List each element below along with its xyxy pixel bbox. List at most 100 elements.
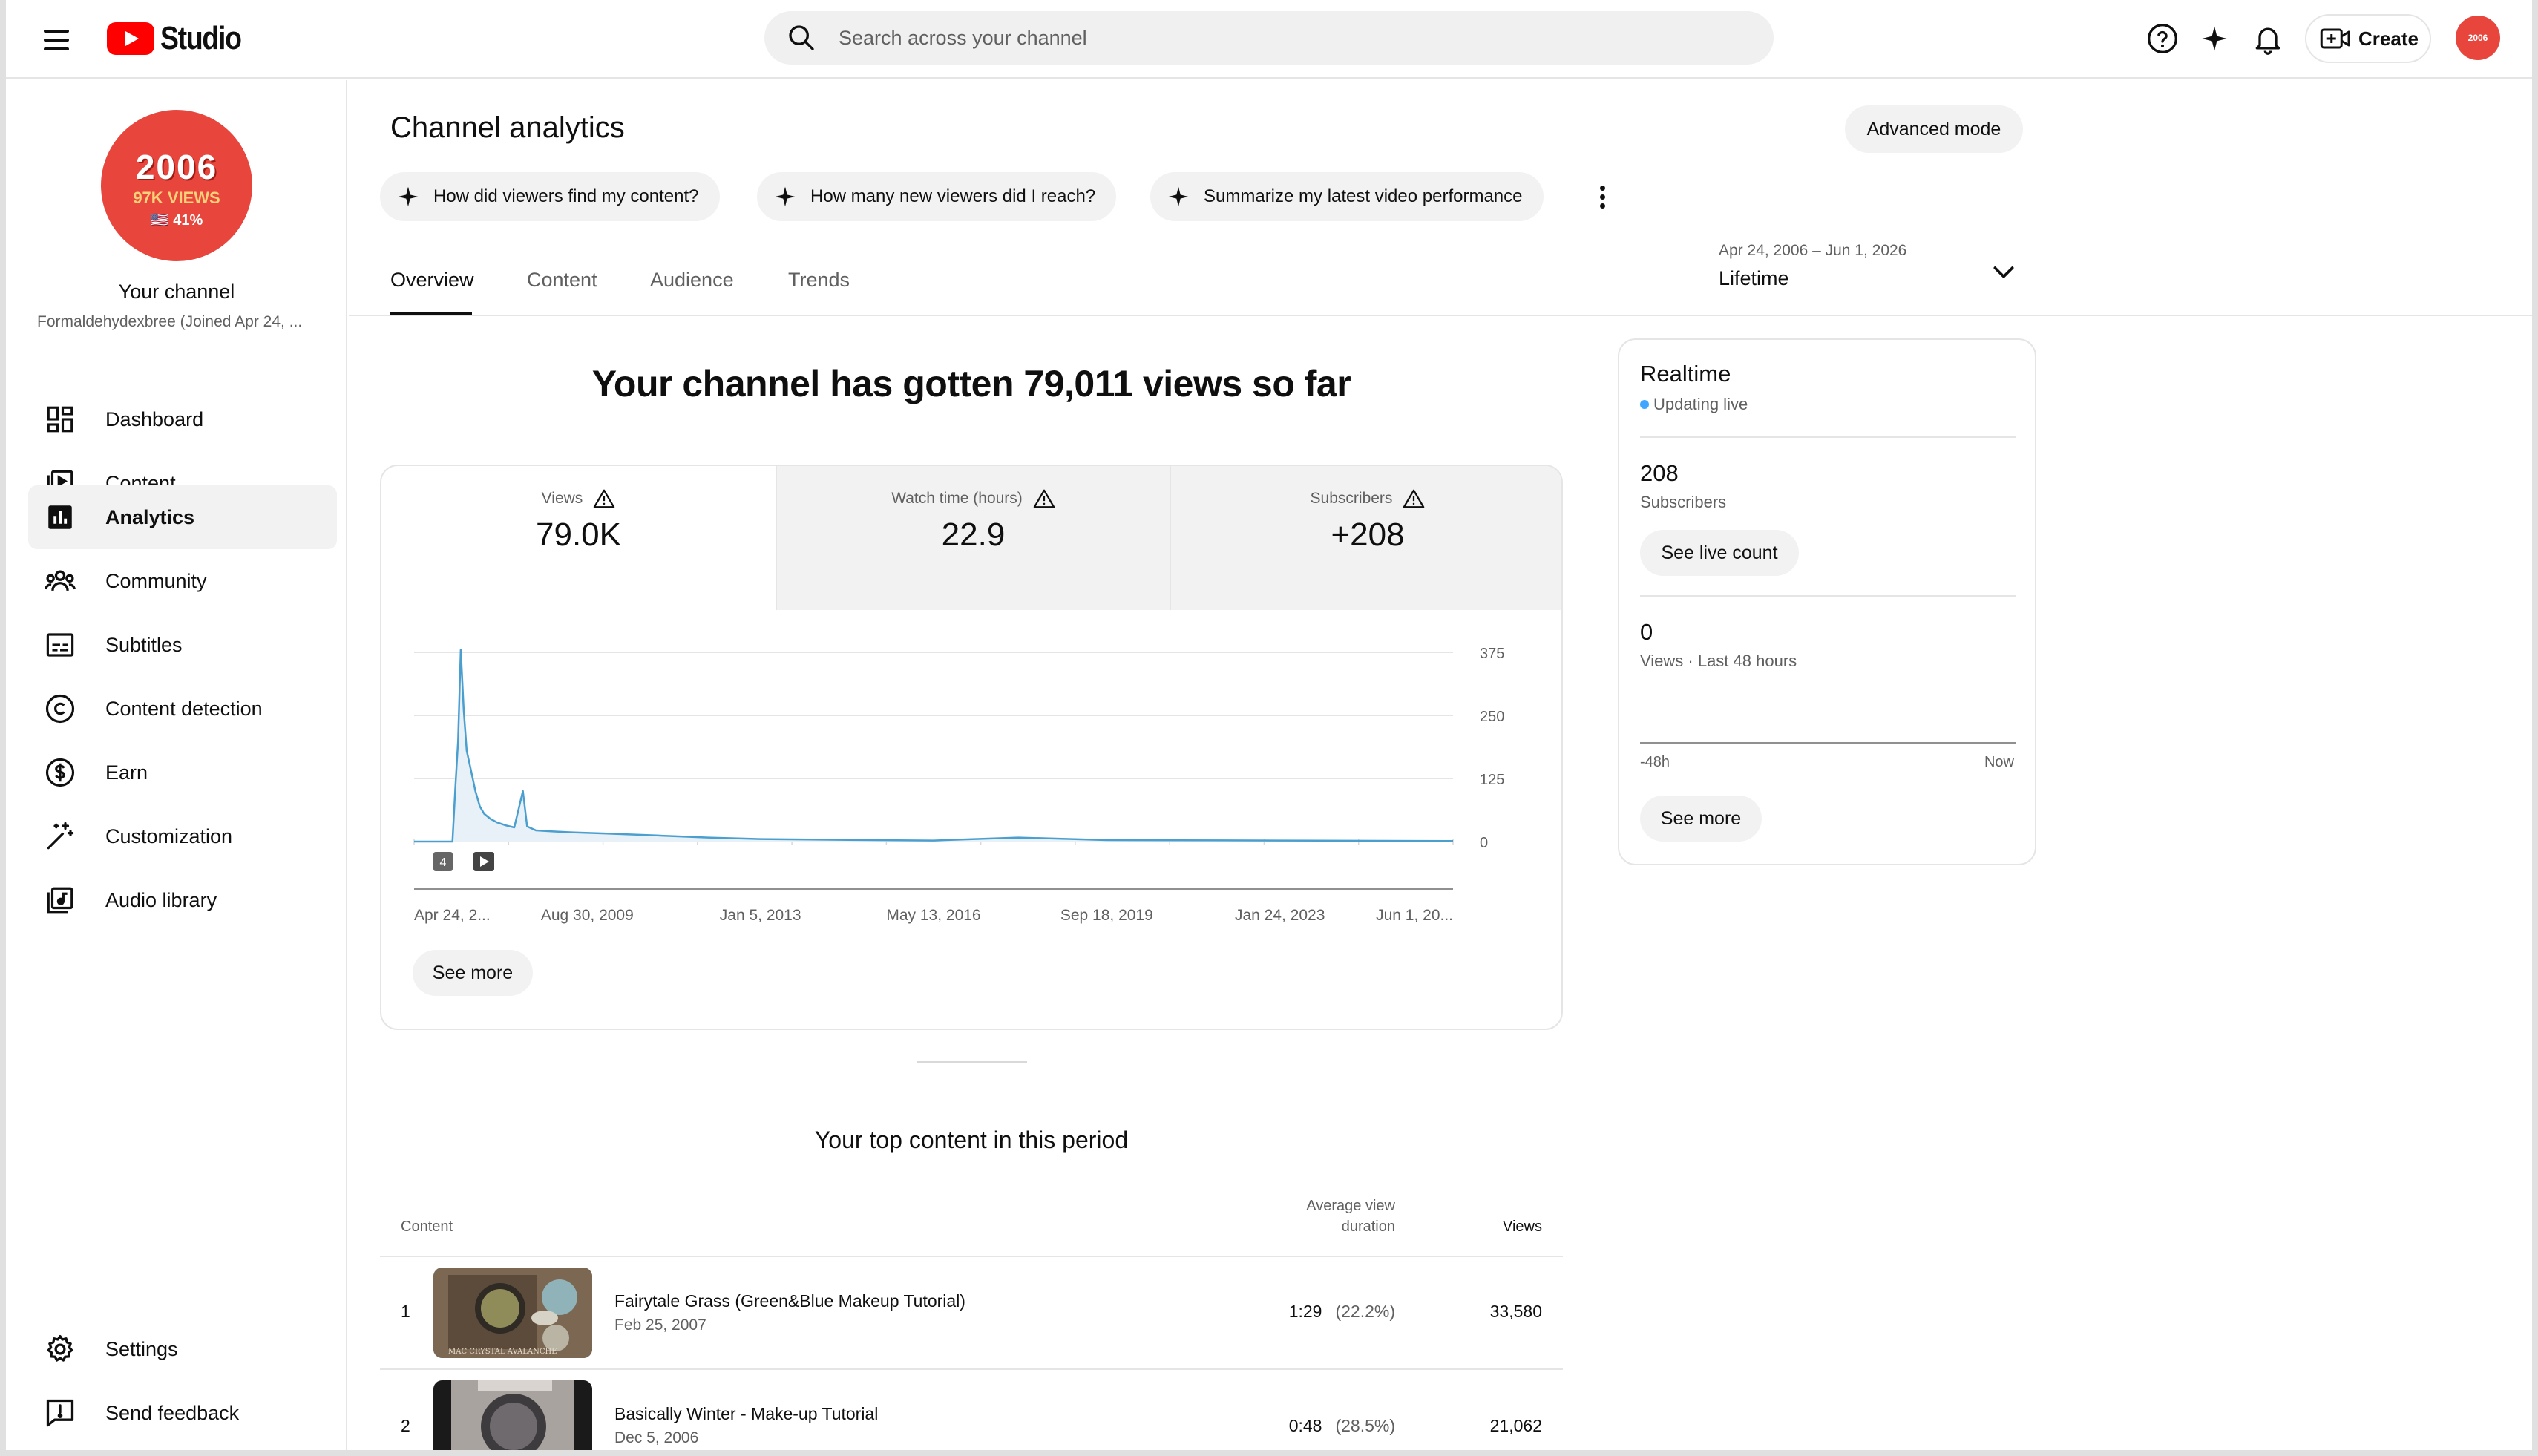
metric-watch-time[interactable]: Watch time (hours) 22.9	[776, 466, 1170, 610]
annotation-count: 4	[440, 856, 447, 869]
views-chart[interactable]: 0 125 250 375 4 Apr 24, 2... Aug 30, 2009 Jan 5…	[381, 610, 1563, 937]
video-views: 21,062	[1489, 1416, 1542, 1435]
sidebar-item-community[interactable]: Community	[28, 549, 337, 613]
ask-chip-new-viewers[interactable]: How many new viewers did I reach?	[757, 172, 1117, 221]
col-header-avd-1: Average view	[1306, 1198, 1395, 1214]
advanced-mode-button[interactable]: Advanced mode	[1845, 105, 2023, 153]
gear-icon	[42, 1331, 79, 1368]
channel-avatar[interactable]: 2006 97K VIEWS 🇺🇸 41%	[101, 110, 252, 261]
views-headline: Your channel has gotten 79,011 views so …	[591, 363, 1351, 404]
realtime-card: Realtime Updating live 208 Subscribers S…	[1618, 338, 2036, 865]
menu-icon[interactable]	[39, 22, 74, 58]
account-avatar[interactable]: 2006	[2456, 16, 2500, 60]
subtitles-icon	[42, 626, 79, 663]
tab-content[interactable]: Content	[527, 269, 597, 292]
warning-icon[interactable]	[1033, 488, 1055, 509]
channel-avatar-year: 2006	[135, 148, 218, 186]
sparkle-icon[interactable]	[2194, 18, 2235, 59]
see-more-button[interactable]: See more	[413, 950, 533, 996]
video-title[interactable]: Fairytale Grass (Green&Blue Makeup Tutor…	[614, 1291, 965, 1311]
warning-icon[interactable]	[1403, 488, 1425, 509]
ask-chip-summarize[interactable]: Summarize my latest video performance	[1150, 172, 1544, 221]
tab-audience[interactable]: Audience	[650, 269, 734, 292]
warning-icon[interactable]	[593, 488, 615, 509]
more-options-icon[interactable]	[1591, 180, 1613, 214]
sidebar-item-content-detection[interactable]: Content detection	[28, 677, 337, 741]
studio-logo-text: Studio	[160, 20, 242, 56]
tab-overview[interactable]: Overview	[390, 269, 474, 292]
date-range-text[interactable]: Apr 24, 2006 – Jun 1, 2026	[1719, 242, 1906, 260]
help-icon[interactable]	[2142, 18, 2183, 59]
sidebar-item-label: Audio library	[105, 888, 217, 911]
dashboard-icon	[42, 401, 79, 438]
search-bar[interactable]	[764, 11, 1774, 65]
chip-label: How did viewers find my content?	[433, 186, 699, 206]
top-content-title: Your top content in this period	[814, 1127, 1129, 1153]
notifications-bell-icon[interactable]	[2247, 18, 2289, 59]
y-tick-label: 125	[1480, 772, 1504, 788]
views-area	[414, 649, 1453, 842]
video-thumbnail[interactable]: MAC CRYSTAL AVALANCHE	[433, 1268, 592, 1358]
sidebar-item-dashboard[interactable]: Dashboard	[28, 387, 337, 451]
thumbnail-caption: MAC CRYSTAL AVALANCHE	[448, 1348, 557, 1356]
channel-avatar-pct: 🇺🇸 41%	[150, 212, 203, 229]
search-input[interactable]	[839, 26, 1655, 50]
video-thumbnail[interactable]	[433, 1380, 592, 1450]
row-rank: 2	[401, 1416, 410, 1435]
ask-chip-find-content[interactable]: How did viewers find my content?	[380, 172, 720, 221]
metric-value: +208	[1331, 517, 1405, 553]
metric-label: Views	[541, 490, 583, 507]
y-tick-label: 375	[1480, 646, 1504, 662]
sidebar-item-subtitles[interactable]: Subtitles	[28, 613, 337, 677]
video-title[interactable]: Basically Winter - Make-up Tutorial	[614, 1404, 878, 1424]
page-title: Channel analytics	[390, 111, 625, 144]
audio-library-icon	[42, 882, 79, 919]
x-tick-label: Apr 24, 2...	[414, 907, 491, 924]
realtime-see-more-button[interactable]: See more	[1640, 796, 1762, 842]
channel-handle: Formaldehydexbree (Joined Apr 24, ...	[37, 313, 303, 330]
metric-label: Watch time (hours)	[891, 490, 1023, 507]
x-tick-label: Aug 30, 2009	[541, 907, 634, 924]
sidebar-item-customization[interactable]: Customization	[28, 804, 337, 868]
sidebar-item-send-feedback[interactable]: Send feedback	[28, 1381, 337, 1445]
realtime-subscribers-label: Subscribers	[1640, 493, 1727, 511]
youtube-logo-icon	[107, 22, 154, 55]
thumbnail-image	[433, 1380, 592, 1450]
metric-value: 22.9	[941, 517, 1006, 553]
col-header-avd-2: duration	[1341, 1219, 1395, 1235]
video-date: Dec 5, 2006	[614, 1429, 699, 1446]
chevron-down-icon[interactable]	[1989, 257, 2019, 286]
dollar-icon	[42, 754, 79, 791]
table-divider	[380, 1368, 1563, 1370]
col-header-views[interactable]: Views	[1440, 1219, 1542, 1236]
section-divider	[917, 1061, 1027, 1063]
metric-value: 79.0K	[536, 517, 621, 553]
metric-subscribers[interactable]: Subscribers +208	[1170, 466, 1561, 610]
sidebar-item-analytics[interactable]: Analytics	[28, 485, 337, 549]
chip-label: Summarize my latest video performance	[1204, 186, 1523, 206]
see-live-count-button[interactable]: See live count	[1640, 530, 1799, 576]
y-tick-label: 0	[1480, 835, 1488, 851]
sidebar-item-label: Community	[105, 569, 207, 592]
sidebar-item-settings[interactable]: Settings	[28, 1317, 337, 1381]
sidebar-item-label: Content detection	[105, 697, 263, 720]
create-button-label: Create	[2358, 27, 2419, 50]
create-button[interactable]: Create	[2305, 14, 2431, 63]
sidebar-item-audio-library[interactable]: Audio library	[28, 868, 337, 932]
sidebar-item-label: Earn	[105, 761, 148, 784]
avd-value: 1:29	[1288, 1302, 1322, 1321]
x-tick-label: Jun 1, 20...	[1376, 907, 1453, 924]
overview-card: Views 79.0K Watch time (hours) 22.9 Subs…	[380, 465, 1563, 1030]
date-preset-text[interactable]: Lifetime	[1719, 267, 1789, 290]
metric-label: Subscribers	[1310, 490, 1393, 507]
sparkle-icon	[398, 186, 419, 207]
sidebar-item-earn[interactable]: Earn	[28, 741, 337, 804]
video-views: 33,580	[1489, 1302, 1542, 1321]
tab-trends[interactable]: Trends	[788, 269, 850, 292]
avd-percent: (28.5%)	[1335, 1416, 1395, 1435]
video-avd: 0:48 (28.5%)	[1187, 1416, 1395, 1436]
realtime-title: Realtime	[1640, 361, 1731, 387]
studio-logo[interactable]: Studio	[107, 16, 255, 61]
metric-views[interactable]: Views 79.0K	[381, 466, 776, 610]
sidebar-item-label: Settings	[105, 1337, 178, 1360]
